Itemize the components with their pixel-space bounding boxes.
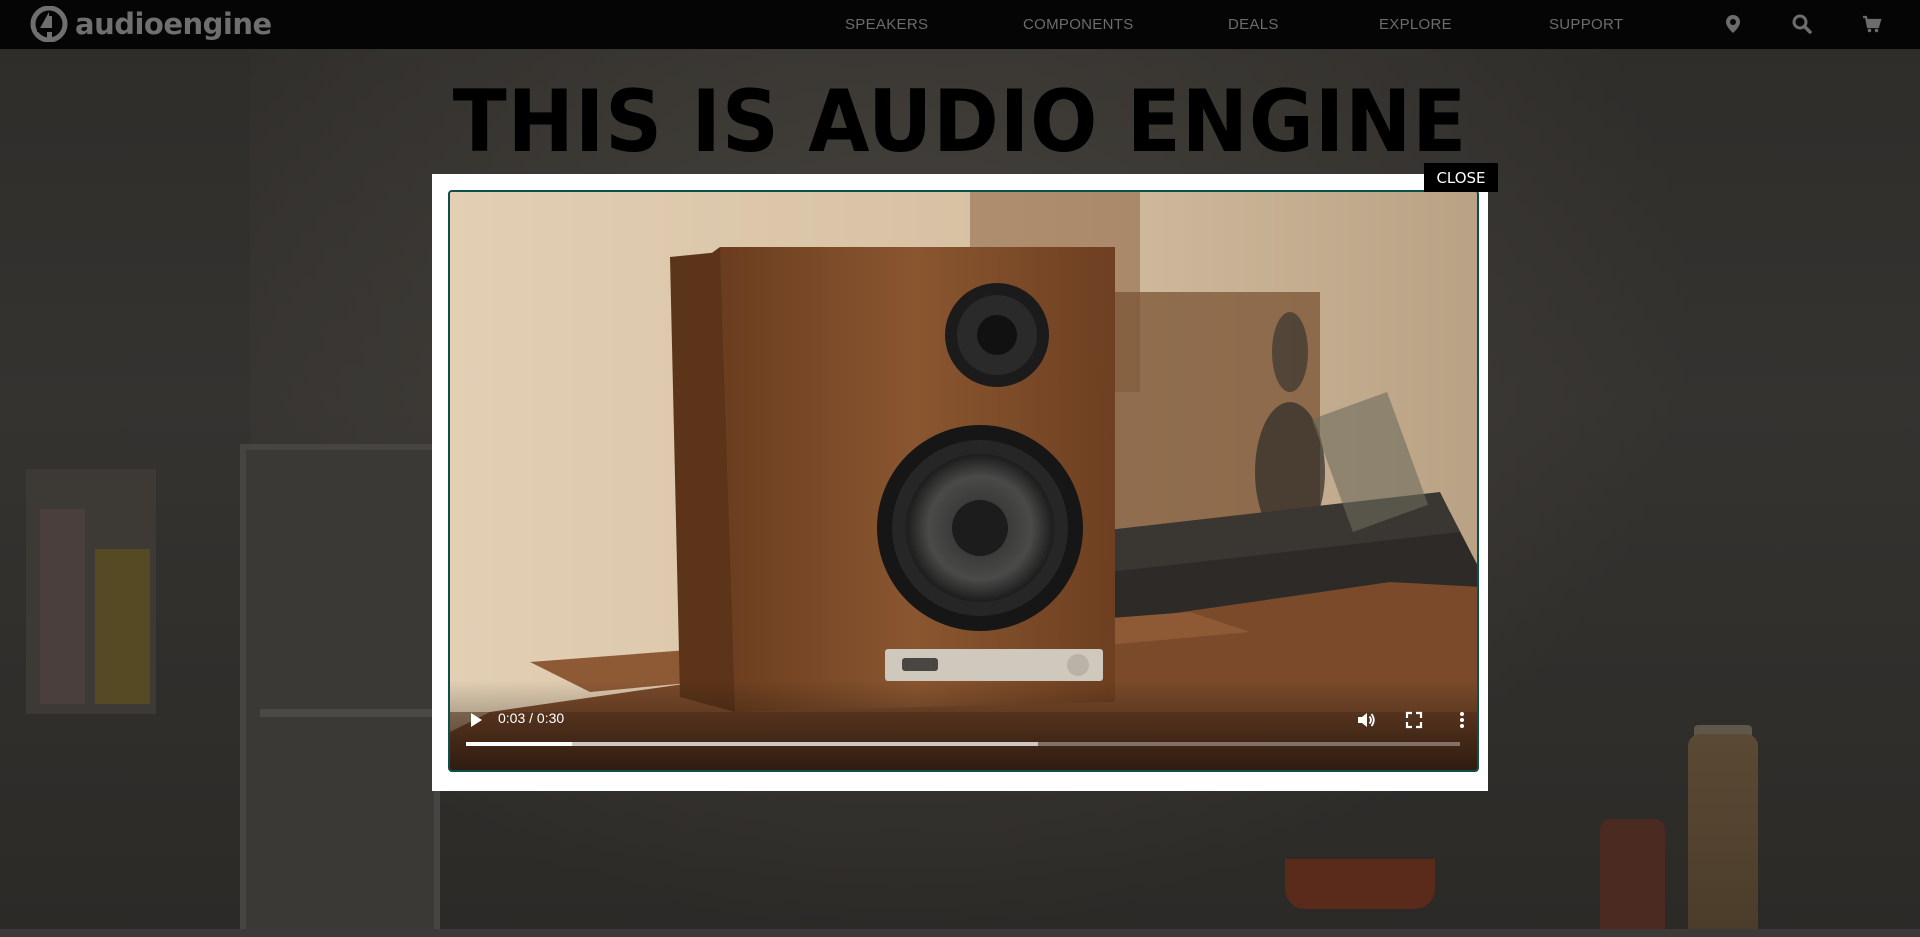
nav-deals[interactable]: DEALS bbox=[1228, 16, 1279, 33]
location-pin-icon[interactable] bbox=[1722, 13, 1744, 35]
nav-explore[interactable]: EXPLORE bbox=[1379, 16, 1452, 33]
video-played-bar bbox=[466, 742, 573, 746]
hero-headline: THIS IS AUDIO ENGINE bbox=[452, 72, 1468, 172]
background-book bbox=[40, 509, 85, 704]
video-progress-bar[interactable] bbox=[466, 742, 1460, 746]
top-navigation: audioengine SPEAKERS COMPONENTS DEALS EX… bbox=[0, 0, 1920, 49]
nav-speakers[interactable]: SPEAKERS bbox=[845, 16, 928, 33]
video-time-display: 0:03 / 0:30 bbox=[498, 710, 565, 726]
background-jar bbox=[1688, 734, 1758, 937]
fullscreen-icon[interactable] bbox=[1404, 710, 1424, 730]
nav-components[interactable]: COMPONENTS bbox=[1023, 16, 1134, 33]
background-shelf bbox=[240, 444, 440, 937]
background-book bbox=[95, 549, 150, 704]
main-menu: SPEAKERS COMPONENTS DEALS EXPLORE SUPPOR… bbox=[0, 0, 1920, 49]
video-controls: 0:03 / 0:30 bbox=[450, 680, 1477, 770]
more-options-icon[interactable] bbox=[1452, 710, 1472, 730]
close-button[interactable]: CLOSE bbox=[1424, 163, 1498, 192]
video-player[interactable]: 0:03 / 0:30 bbox=[448, 190, 1479, 772]
volume-icon[interactable] bbox=[1356, 710, 1376, 730]
play-icon[interactable] bbox=[466, 710, 486, 730]
search-icon[interactable] bbox=[1791, 13, 1813, 35]
cart-icon[interactable] bbox=[1861, 13, 1883, 35]
background-bowl bbox=[1285, 859, 1435, 909]
background-shelf-board bbox=[260, 709, 440, 717]
nav-support[interactable]: SUPPORT bbox=[1549, 16, 1623, 33]
background-table-edge bbox=[0, 929, 1920, 937]
background-jar bbox=[1600, 819, 1665, 937]
